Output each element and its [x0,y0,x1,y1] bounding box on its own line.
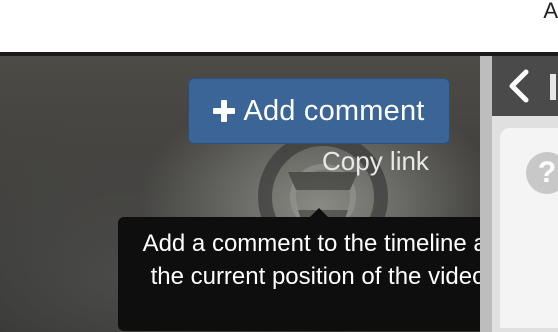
tooltip-arrow [310,208,328,217]
help-icon[interactable]: ? [526,152,558,194]
panel-header [492,56,558,116]
chevron-left-icon [509,69,529,103]
add-comment-label: Add comment [243,94,425,127]
plus-icon [213,100,236,122]
top-corner-text: A [543,0,558,23]
side-panel: ? [480,56,558,332]
copy-link-button[interactable]: Copy link [322,146,429,177]
video-player[interactable]: Add comment Copy link Add a comment to t… [0,56,480,332]
back-button[interactable] [502,64,536,108]
next-button-edge[interactable] [550,74,556,100]
add-comment-tooltip: Add a comment to the timeline at the cur… [118,217,480,331]
panel-card: ? [500,128,558,328]
top-strip: A [0,0,558,52]
add-comment-button[interactable]: Add comment [188,78,450,144]
panel-edge [480,56,492,332]
panel-body: ? [492,116,558,332]
help-symbol: ? [537,156,557,189]
tooltip-text: Add a comment to the timeline at the cur… [142,230,480,290]
